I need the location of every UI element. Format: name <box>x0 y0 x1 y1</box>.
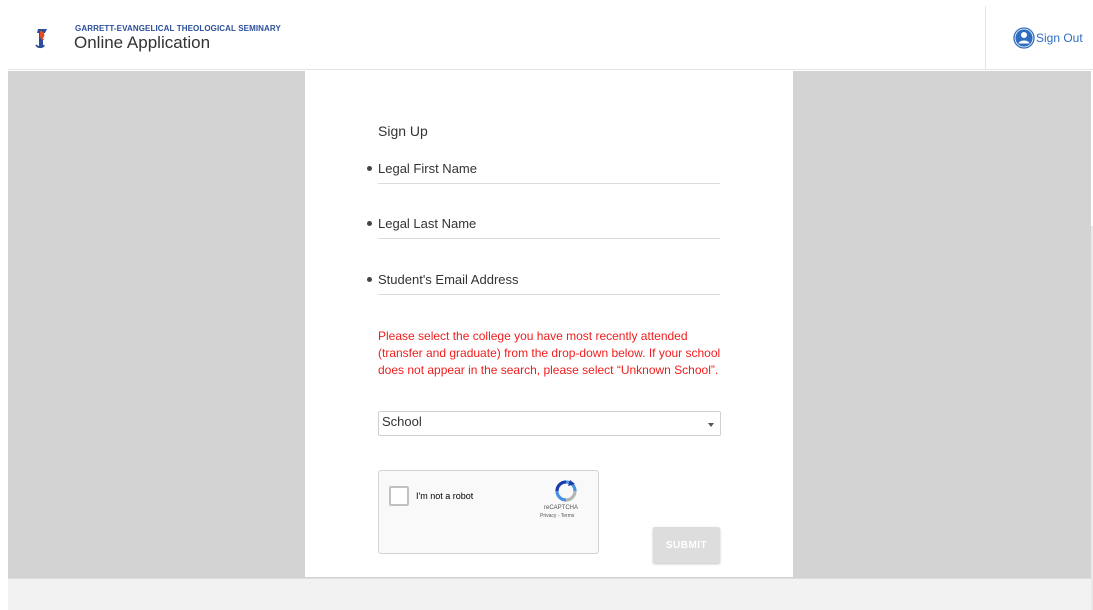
seminary-logo-icon[interactable] <box>34 27 50 49</box>
required-bullet-icon <box>367 166 372 171</box>
last-name-field <box>367 209 720 239</box>
sign-up-card: Sign Up Please select the college you ha… <box>305 71 793 577</box>
school-select[interactable]: School <box>378 411 721 436</box>
required-bullet-icon <box>367 277 372 282</box>
organization-name: GARRETT-EVANGELICAL THEOLOGICAL SEMINARY <box>75 24 281 33</box>
form-title: Sign Up <box>378 123 428 139</box>
recaptcha-privacy-terms-link[interactable]: Privacy - Terms <box>540 513 574 519</box>
first-name-input[interactable] <box>378 154 720 184</box>
required-bullet-icon <box>367 221 372 226</box>
recaptcha-icon <box>555 480 577 502</box>
school-notice: Please select the college you have most … <box>378 329 721 377</box>
email-input[interactable] <box>378 265 720 295</box>
user-circle-icon <box>1013 27 1035 49</box>
last-name-input[interactable] <box>378 209 720 239</box>
recaptcha-widget: I'm not a robot reCAPTCHA Privacy - Term… <box>378 470 599 554</box>
school-select-value: School <box>382 414 422 429</box>
sign-out-button[interactable]: Sign Out <box>985 6 1093 70</box>
page-title: Online Application <box>74 33 211 52</box>
page-footer <box>8 578 1093 610</box>
caret-down-icon <box>708 423 714 427</box>
recaptcha-checkbox[interactable] <box>389 486 409 506</box>
recaptcha-label: I'm not a robot <box>416 491 474 501</box>
first-name-field <box>367 154 720 184</box>
recaptcha-brand: reCAPTCHA <box>544 505 579 511</box>
submit-button[interactable]: SUBMIT <box>653 527 720 563</box>
email-field <box>367 265 720 295</box>
sign-out-label: Sign Out <box>1036 31 1083 45</box>
app-header: GARRETT-EVANGELICAL THEOLOGICAL SEMINARY… <box>8 6 1093 70</box>
